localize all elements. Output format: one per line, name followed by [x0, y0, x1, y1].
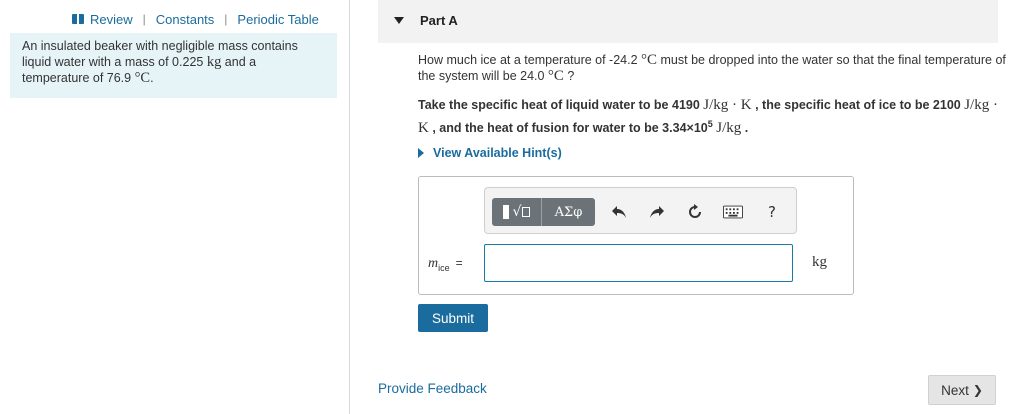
link-separator: | — [224, 12, 228, 26]
expand-arrow-icon — [418, 148, 424, 158]
question-part: ? — [563, 69, 575, 83]
template-box-icon — [502, 205, 509, 219]
math-toolbar: √ ΑΣφ ? — [484, 187, 797, 234]
specific-part: , and the heat of fusion for water to be… — [428, 121, 708, 136]
resource-links: Review | Constants | Periodic Table — [72, 11, 319, 27]
specific-part: Take the specific heat of liquid water t… — [418, 98, 704, 112]
specific-part: , the specific heat of ice to be 2100 — [751, 98, 965, 112]
periodic-table-link[interactable]: Periodic Table — [237, 12, 318, 27]
answer-input[interactable] — [484, 244, 793, 282]
question-part: How much ice at a temperature of -24.2 — [418, 53, 642, 67]
unit-jkg: J/kg — [716, 120, 742, 137]
help-icon[interactable]: ? — [762, 202, 782, 222]
constants-link[interactable]: Constants — [156, 12, 215, 27]
provide-feedback-link[interactable]: Provide Feedback — [378, 381, 487, 396]
unit-jkgk: J/kg · K — [703, 97, 752, 113]
problem-text: . — [150, 71, 154, 85]
book-icon — [72, 14, 84, 24]
keyboard-icon[interactable] — [723, 202, 743, 222]
problem-text: An insulated beaker with negligible mass… — [22, 39, 298, 69]
next-label: Next — [941, 382, 969, 398]
mass-unit: kg — [206, 54, 222, 70]
left-panel: Review | Constants | Periodic Table An i… — [0, 0, 350, 414]
toolbar-button-group: √ ΑΣφ — [492, 198, 595, 226]
problem-statement: An insulated beaker with negligible mass… — [10, 33, 337, 98]
answer-unit: kg — [812, 254, 827, 270]
part-header[interactable]: Part A — [378, 0, 998, 43]
question-text: How much ice at a temperature of -24.2 °… — [418, 52, 1008, 84]
sqrt-icon: √ — [513, 204, 531, 220]
temp-unit: °C — [134, 70, 151, 86]
part-title: Part A — [420, 13, 458, 28]
variable-m: m — [428, 256, 439, 271]
reset-icon[interactable] — [685, 202, 705, 222]
review-link[interactable]: Review — [90, 12, 133, 27]
next-button[interactable]: Next ❯ — [928, 375, 996, 405]
submit-button[interactable]: Submit — [418, 304, 488, 332]
undo-icon[interactable] — [609, 202, 629, 222]
unit-celsius: °C — [547, 68, 564, 84]
hint-label: View Available Hint(s) — [433, 146, 562, 160]
exponent: 5 — [707, 119, 713, 129]
unit-celsius: °C — [641, 52, 658, 68]
greek-symbols-button[interactable]: ΑΣφ — [542, 198, 595, 226]
chevron-right-icon: ❯ — [972, 383, 983, 397]
specific-part: . — [741, 121, 749, 136]
equals-sign: = — [455, 256, 463, 270]
templates-button[interactable]: √ — [492, 198, 542, 226]
redo-icon[interactable] — [647, 202, 667, 222]
answer-variable-label: mice = — [428, 256, 463, 273]
view-hints-link[interactable]: View Available Hint(s) — [418, 146, 562, 160]
link-separator: | — [142, 12, 146, 26]
collapse-triangle-icon[interactable] — [394, 17, 404, 24]
specific-heat-text: Take the specific heat of liquid water t… — [418, 96, 1008, 138]
variable-subscript: ice — [438, 262, 450, 273]
